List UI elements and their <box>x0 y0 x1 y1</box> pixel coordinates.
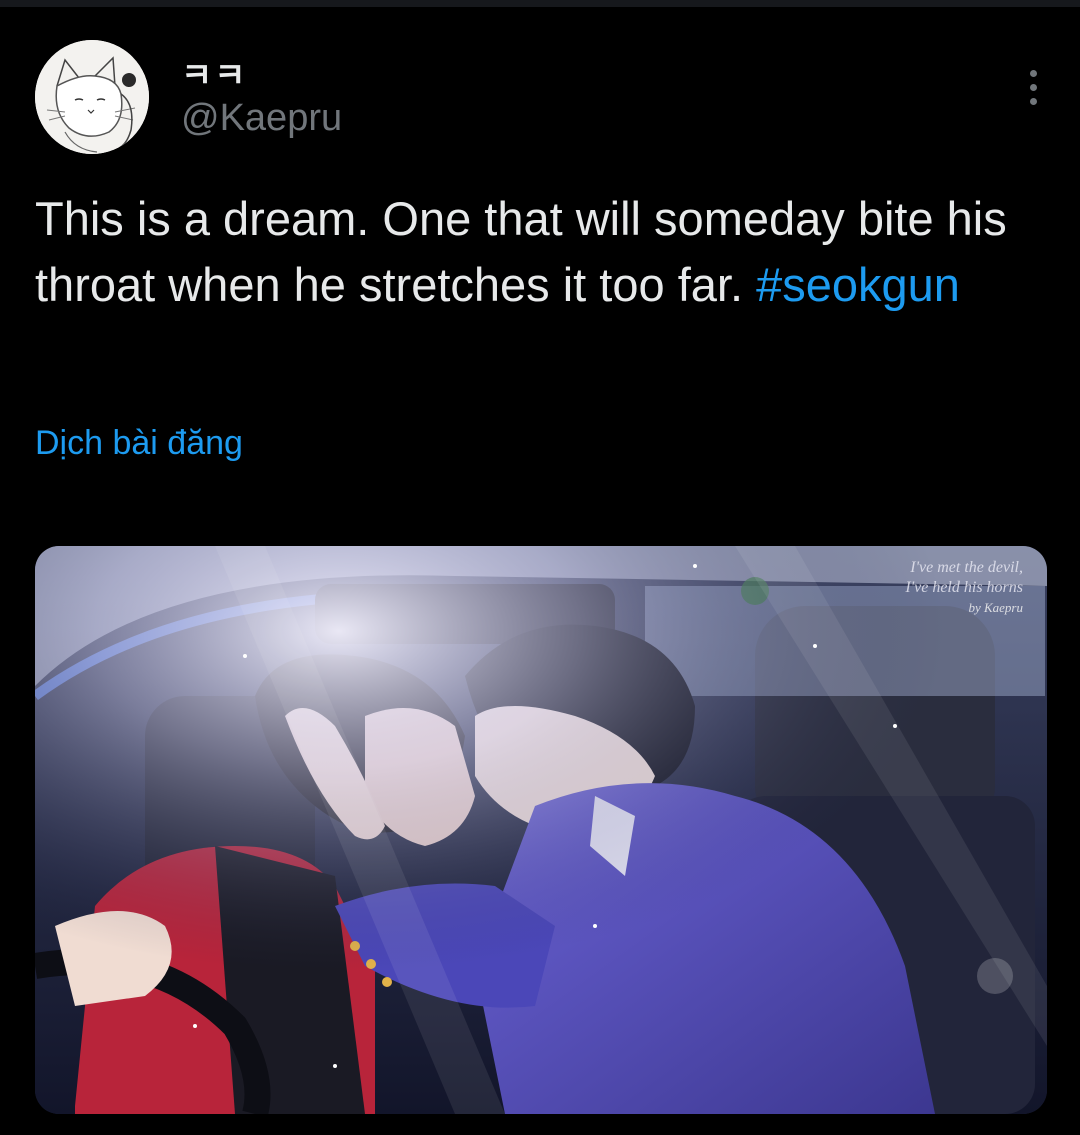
translate-post-link[interactable]: Dịch bài đăng <box>35 424 243 463</box>
user-handle[interactable]: @Kaepru <box>181 97 342 140</box>
image-watermark: I've met the devil, I've held his horns … <box>905 558 1023 618</box>
illustration-image <box>35 546 1047 1114</box>
more-vertical-icon <box>1030 70 1037 77</box>
top-divider <box>0 0 1080 7</box>
display-name[interactable]: ㅋㅋ <box>181 48 248 97</box>
watermark-line-1: I've met the devil, <box>910 559 1023 576</box>
more-options-button[interactable] <box>1021 66 1045 110</box>
hashtag-link[interactable]: #seokgun <box>756 258 960 311</box>
watermark-line-2: I've held his horns <box>905 579 1023 596</box>
avatar[interactable] <box>35 40 149 154</box>
avatar-icon <box>35 40 149 154</box>
watermark-signature: by Kaepru <box>968 600 1023 615</box>
tweet-media-image[interactable]: I've met the devil, I've held his horns … <box>35 546 1047 1114</box>
tweet-header: ㅋㅋ @Kaepru <box>35 40 1045 156</box>
tweet-text: This is a dream. One that will someday b… <box>35 186 1045 318</box>
